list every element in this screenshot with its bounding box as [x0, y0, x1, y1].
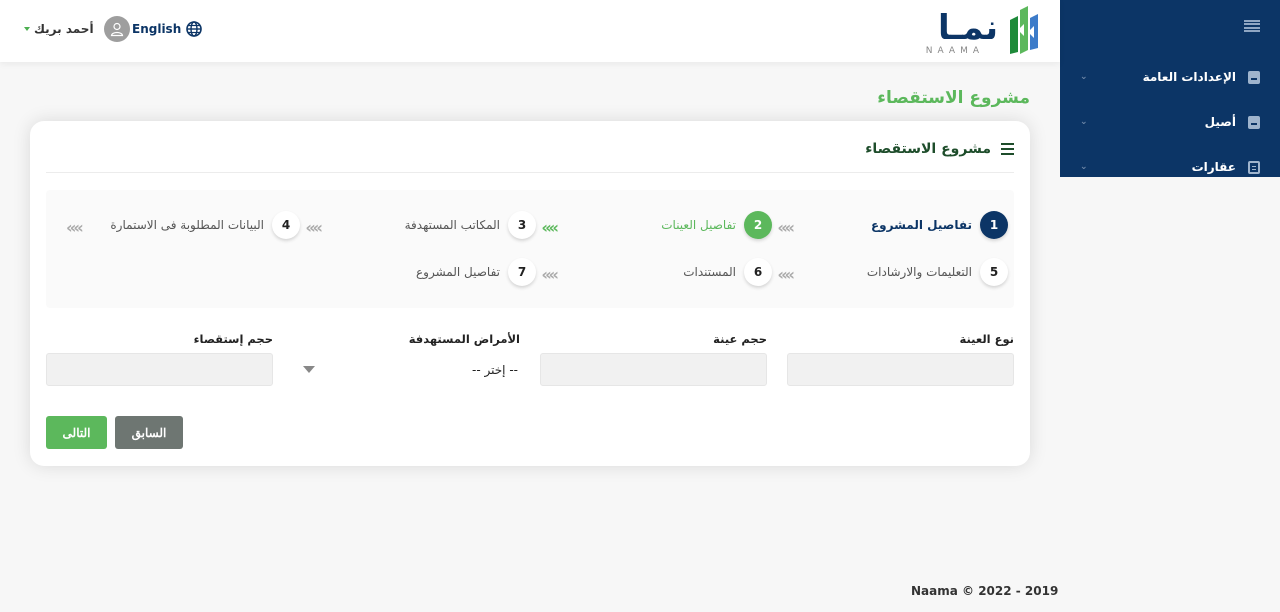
- survey-size-label: حجم إستقصاء: [193, 332, 273, 346]
- survey-size-input[interactable]: [46, 353, 273, 386]
- double-chevron-left-icon: ««: [541, 265, 559, 284]
- double-chevron-left-icon: ««: [777, 218, 795, 237]
- chevron-down-icon: ⌄: [1080, 162, 1088, 172]
- step-1[interactable]: 1 تفاصيل المشروع: [871, 211, 1008, 239]
- page-title: مشروع الاستقصاء: [877, 88, 1030, 108]
- wizard-stepper: 1 تفاصيل المشروع «« 2 تفاصيل العينات «« …: [46, 190, 1014, 308]
- step-label: التعليمات والارشادات: [866, 265, 972, 279]
- top-bar: نمـا NAAMA English أحمد بريك: [0, 0, 1060, 62]
- double-chevron-left-icon: ««: [305, 218, 323, 237]
- step-6[interactable]: 6 المستندات: [683, 258, 772, 286]
- step-number: 1: [980, 211, 1008, 239]
- chevron-down-icon: ⌄: [1080, 117, 1088, 127]
- divider: [46, 172, 1014, 173]
- naama-logo[interactable]: نمـا NAAMA: [925, 6, 1046, 56]
- sidebar-item-label: أصيل: [1204, 115, 1236, 129]
- sidebar-item-aseel[interactable]: أصيل ⌄: [1080, 110, 1260, 134]
- step-label: تفاصيل المشروع: [416, 265, 500, 279]
- double-chevron-left-icon: ««: [777, 265, 795, 284]
- card-title: مشروع الاستقصاء: [865, 141, 991, 157]
- menu-toggle-icon[interactable]: [1244, 18, 1260, 34]
- target-diseases-select[interactable]: -- إختر --: [293, 353, 520, 386]
- step-number: 5: [980, 258, 1008, 286]
- step-2[interactable]: 2 تفاصيل العينات: [661, 211, 772, 239]
- step-number: 3: [508, 211, 536, 239]
- sample-size-label: حجم عينة: [713, 332, 767, 346]
- survey-project-card: مشروع الاستقصاء 1 تفاصيل المشروع «« 2 تف…: [30, 121, 1030, 466]
- previous-button[interactable]: السابق: [115, 416, 183, 449]
- step-label: تفاصيل العينات: [661, 218, 736, 232]
- avatar: [103, 16, 130, 42]
- logo-mark-icon: [1010, 6, 1038, 54]
- chevron-down-icon: ⌄: [1080, 72, 1088, 82]
- card-header: مشروع الاستقصاء: [865, 141, 1014, 157]
- footer: Naama © 2022 - 2019: [0, 570, 1280, 612]
- sidebar-item-real-estate[interactable]: عقارات ⌄: [1080, 155, 1260, 179]
- sidebar-item-label: الإعدادات العامة: [1142, 70, 1236, 84]
- user-name-text: أحمد بريك: [34, 22, 94, 36]
- user-menu[interactable]: أحمد بريك: [24, 16, 130, 42]
- list-icon: [1001, 143, 1014, 155]
- building-icon: [1248, 160, 1260, 174]
- step-number: 4: [272, 211, 300, 239]
- book-icon: [1248, 70, 1260, 84]
- dropdown-arrow-icon: [303, 366, 315, 373]
- caret-down-icon: [24, 27, 30, 31]
- step-label: البيانات المطلوبة فى الاستمارة: [110, 218, 264, 232]
- language-switch[interactable]: English: [132, 21, 203, 37]
- target-diseases-label: الأمراض المستهدفة: [408, 332, 520, 346]
- copyright-text: Naama © 2022 - 2019: [911, 584, 1059, 598]
- step-number: 7: [508, 258, 536, 286]
- logo-text: نمـا: [938, 8, 998, 48]
- step-7[interactable]: 7 تفاصيل المشروع: [416, 258, 536, 286]
- sample-type-label: نوع العينة: [959, 332, 1014, 346]
- step-label: المكاتب المستهدفة: [404, 218, 500, 232]
- step-3[interactable]: 3 المكاتب المستهدفة: [405, 211, 536, 239]
- step-5[interactable]: 5 التعليمات والارشادات: [867, 258, 1008, 286]
- select-value: -- إختر --: [472, 362, 518, 377]
- step-number: 6: [744, 258, 772, 286]
- step-number: 2: [744, 211, 772, 239]
- sample-size-input[interactable]: [540, 353, 767, 386]
- sample-type-input[interactable]: [787, 353, 1014, 386]
- language-label: English: [132, 22, 182, 36]
- book-icon: [1248, 115, 1260, 129]
- step-label: المستندات: [683, 265, 736, 279]
- step-label: تفاصيل المشروع: [870, 218, 972, 232]
- user-name: أحمد بريك: [24, 22, 94, 36]
- globe-icon: [186, 21, 203, 37]
- sidebar-item-general-settings[interactable]: الإعدادات العامة ⌄: [1080, 65, 1260, 89]
- double-chevron-left-icon: ««: [66, 218, 84, 237]
- user-icon: [110, 22, 123, 37]
- sidebar: الإعدادات العامة ⌄ أصيل ⌄ عقارات ⌄: [1060, 0, 1280, 177]
- double-chevron-left-icon: ««: [541, 218, 559, 237]
- logo-subtext: NAAMA: [925, 46, 984, 56]
- sidebar-item-label: عقارات: [1191, 160, 1236, 174]
- next-button[interactable]: التالى: [46, 416, 107, 449]
- step-4[interactable]: 4 البيانات المطلوبة فى الاستمارة: [110, 211, 300, 239]
